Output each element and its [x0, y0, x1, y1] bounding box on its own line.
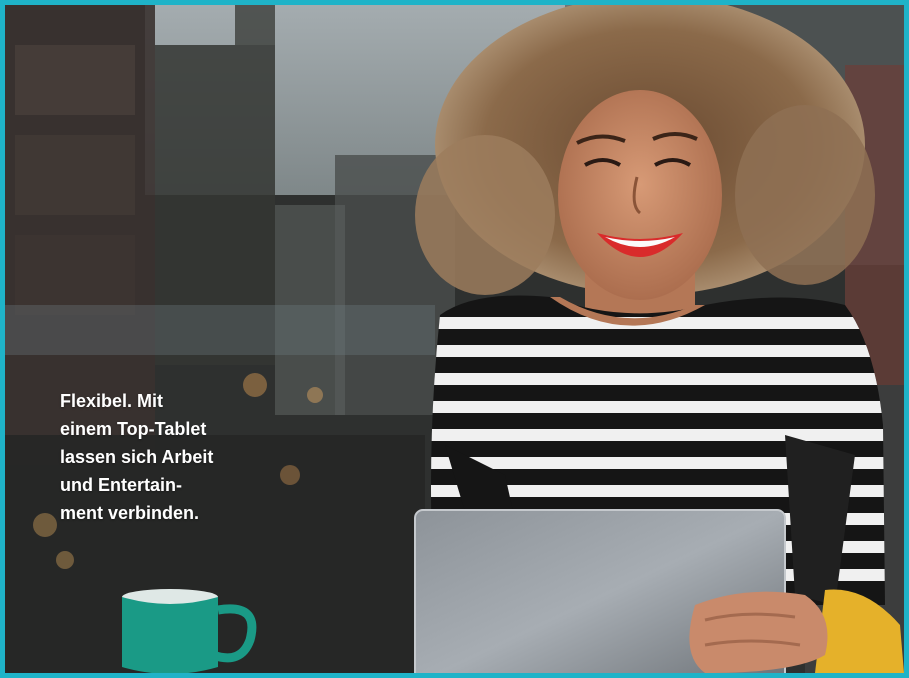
caption-line: ment verbinden. — [60, 503, 200, 523]
caption-line: Flexibel. Mit — [60, 391, 164, 411]
caption-line: und Entertain- — [60, 475, 182, 495]
caption-line: einem Top-Tablet — [60, 419, 207, 439]
photo-caption: Flexibel. Mit einem Top-Tablet lassen si… — [60, 387, 290, 527]
cafe-photo — [5, 5, 904, 673]
photo-frame: Flexibel. Mit einem Top-Tablet lassen si… — [0, 0, 909, 678]
caption-line: lassen sich Arbeit — [60, 447, 214, 467]
